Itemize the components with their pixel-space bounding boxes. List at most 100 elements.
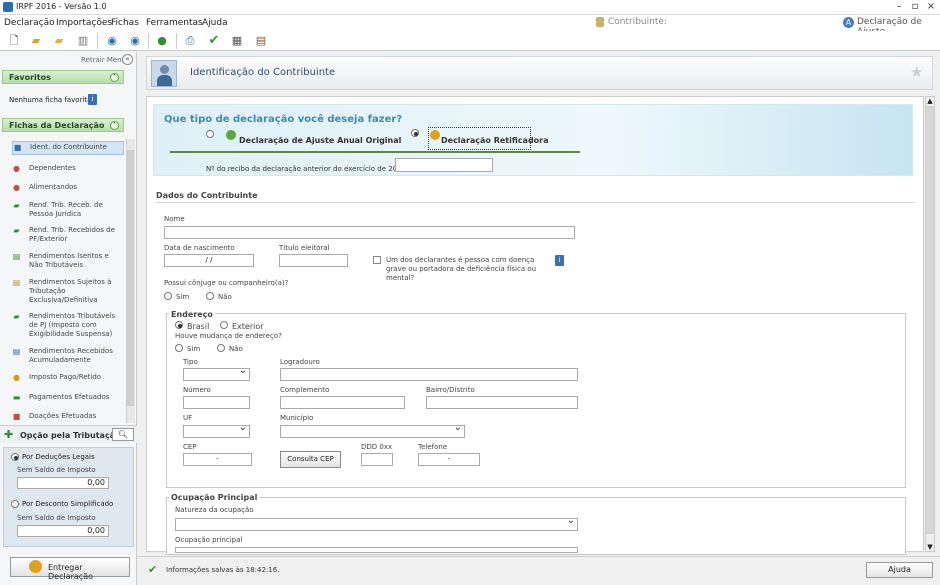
print-icon[interactable]: ⎙ [183, 34, 197, 48]
nome-input[interactable] [164, 226, 575, 239]
telefone-input[interactable]: - [418, 453, 480, 466]
contribuinte-label: Contribuinte: [608, 17, 667, 27]
municipio-select[interactable] [280, 422, 465, 438]
folder-icon[interactable]: ▰ [52, 34, 66, 48]
cep-label: CEP [183, 443, 197, 451]
divider [170, 151, 580, 153]
ocupacao-principal-input[interactable] [175, 547, 578, 553]
recibo-input[interactable] [395, 158, 493, 172]
close-button[interactable]: × [924, 1, 938, 13]
ddd-input[interactable] [361, 453, 393, 466]
consulta-cep-button[interactable]: Consulta CEP [280, 451, 341, 468]
saved-check-icon: ✔ [148, 563, 158, 576]
doenca-checkbox[interactable] [373, 256, 381, 264]
cep-input[interactable]: - [183, 453, 252, 466]
mudanca-nao-radio[interactable] [217, 344, 225, 352]
logradouro-label: Logradouro [280, 358, 320, 366]
conjuge-nao-radio[interactable] [206, 292, 214, 300]
sidebar-item-rend-acumuladamente[interactable]: ▤ Rendimentos Recebidos Acumuladamente [12, 346, 124, 366]
brasil-label: Brasil [187, 322, 210, 331]
bairro-label: Bairro/Distrito [426, 386, 475, 394]
menu-declaracao[interactable]: Declaração [4, 18, 55, 28]
favorite-star-icon[interactable]: ★ [910, 63, 923, 81]
open-folder-icon[interactable]: ▰ [29, 34, 43, 48]
sidebar-item-alimentandos[interactable]: ● Alimentandos [12, 182, 124, 194]
simplificado-label: Por Desconto Simplificado [22, 500, 114, 508]
sidebar-item-dependentes[interactable]: ● Dependentes [12, 163, 124, 175]
uf-select[interactable] [183, 422, 250, 438]
nascimento-input[interactable]: / / [164, 254, 254, 267]
natureza-select[interactable] [175, 515, 578, 531]
fichas-header[interactable]: Fichas da Declaração ˄ [2, 118, 124, 132]
exterior-radio[interactable] [220, 321, 228, 329]
complemento-input[interactable] [280, 396, 405, 409]
sidebar-item-rend-isentos[interactable]: ▤ Rendimentos Isentos e Não Tributáveis [12, 251, 124, 271]
chevron-up-icon[interactable]: ˄ [110, 73, 119, 82]
minimize-button[interactable]: – [892, 1, 906, 13]
brasil-radio[interactable] [175, 321, 183, 329]
receive-icon[interactable]: ◉ [128, 34, 142, 48]
sidebar-item-ident-contribuinte[interactable]: ■ Ident. do Contribuinte [12, 141, 124, 155]
nascimento-label: Data de nascimento [164, 244, 235, 252]
exterior-label: Exterior [232, 322, 264, 331]
telefone-label: Telefone [418, 443, 448, 451]
globe-icon[interactable]: ● [155, 34, 169, 48]
scroll-down-icon[interactable]: ▼ [926, 543, 934, 551]
maximize-button[interactable]: ▫ [908, 1, 922, 13]
check-icon[interactable]: ✔ [207, 34, 221, 48]
info-icon[interactable]: i [88, 94, 97, 105]
retrair-menu-label[interactable]: Retrair Menu [81, 56, 126, 64]
search-icon[interactable]: 🔍︎ [112, 428, 134, 441]
bairro-input[interactable] [426, 396, 578, 409]
sidebar-item-doacoes[interactable]: ■ Doações Efetuadas [12, 411, 124, 423]
retificadora-icon [430, 130, 440, 140]
people-icon: ● [13, 183, 20, 192]
conjuge-sim-radio[interactable] [164, 292, 172, 300]
sidebar-item-rend-pf[interactable]: ▰ Rend. Trib. Recebidos de PF/Exterior [12, 225, 124, 245]
menu-fichas[interactable]: Fichas [111, 18, 139, 28]
book-icon[interactable]: ▤ [254, 34, 268, 48]
scroll-up-icon[interactable]: ▲ [926, 97, 934, 105]
uf-label: UF [183, 414, 193, 422]
menu-ajuda[interactable]: Ajuda [202, 18, 228, 28]
menu-ferramentas[interactable]: Ferramentas [146, 18, 203, 28]
content-scroll-thumb[interactable] [926, 106, 934, 534]
ajuda-button[interactable]: Ajuda [866, 562, 933, 578]
sidebar-item-imposto-pago[interactable]: ● Imposto Pago/Retido [12, 372, 124, 384]
tipo-select[interactable] [183, 365, 250, 381]
entregar-label: Entregar Declaração [48, 563, 93, 581]
money-icon: ▰ [13, 312, 20, 321]
titulo-eleitoral-input[interactable] [279, 254, 348, 267]
sidebar-item-rend-suspensa[interactable]: ▰ Rendimentos Tributáveis de PJ (Imposto… [12, 311, 124, 339]
status-message: Informações salvas às 18:42:16. [166, 566, 280, 574]
transmit-icon[interactable]: ◉ [105, 34, 119, 48]
new-document-icon[interactable]: 🗋 [7, 34, 21, 48]
chevron-up-icon[interactable]: ˄ [110, 121, 119, 130]
logradouro-input[interactable] [280, 368, 578, 381]
deducoes-radio[interactable] [11, 453, 19, 461]
sidebar-item-pagamentos[interactable]: ▬ Pagamentos Efetuados [12, 392, 124, 404]
trash-icon[interactable]: ▥ [76, 34, 90, 48]
favoritos-title: Favoritos [9, 73, 51, 82]
favoritos-header[interactable]: Favoritos ˄ [2, 70, 124, 84]
fichas-title: Fichas da Declaração [9, 121, 105, 130]
app-icon [3, 2, 13, 12]
simplificado-radio[interactable] [11, 500, 19, 508]
declaration-type-icon: A [843, 17, 854, 28]
option-original-label[interactable]: Declaração de Ajuste Anual Original [239, 136, 401, 145]
retificadora-radio[interactable] [411, 129, 419, 137]
entregar-declaracao-button[interactable]: Entregar Declaração [10, 557, 130, 581]
sidebar-scroll-thumb[interactable] [127, 150, 134, 406]
numero-input[interactable] [183, 396, 250, 409]
info-icon[interactable]: i [555, 255, 564, 266]
option-retificadora-label[interactable]: Declaração Retificadora [441, 136, 549, 145]
original-radio[interactable] [206, 130, 214, 138]
collapse-menu-icon[interactable]: « [122, 54, 133, 65]
sidebar-item-rend-pj[interactable]: ▰ Rend. Trib. Receb. de Pessoa Jurídica [12, 200, 124, 220]
lock-icon [596, 17, 604, 27]
mudanca-sim-radio[interactable] [175, 344, 183, 352]
globe-icon [29, 560, 42, 573]
menu-importacoes[interactable]: Importações [56, 18, 112, 28]
calculator-icon[interactable]: ▦ [230, 34, 244, 48]
sidebar-item-rend-exclusiva[interactable]: ▤ Rendimentos Sujeitos à Tributação Excl… [12, 277, 124, 305]
